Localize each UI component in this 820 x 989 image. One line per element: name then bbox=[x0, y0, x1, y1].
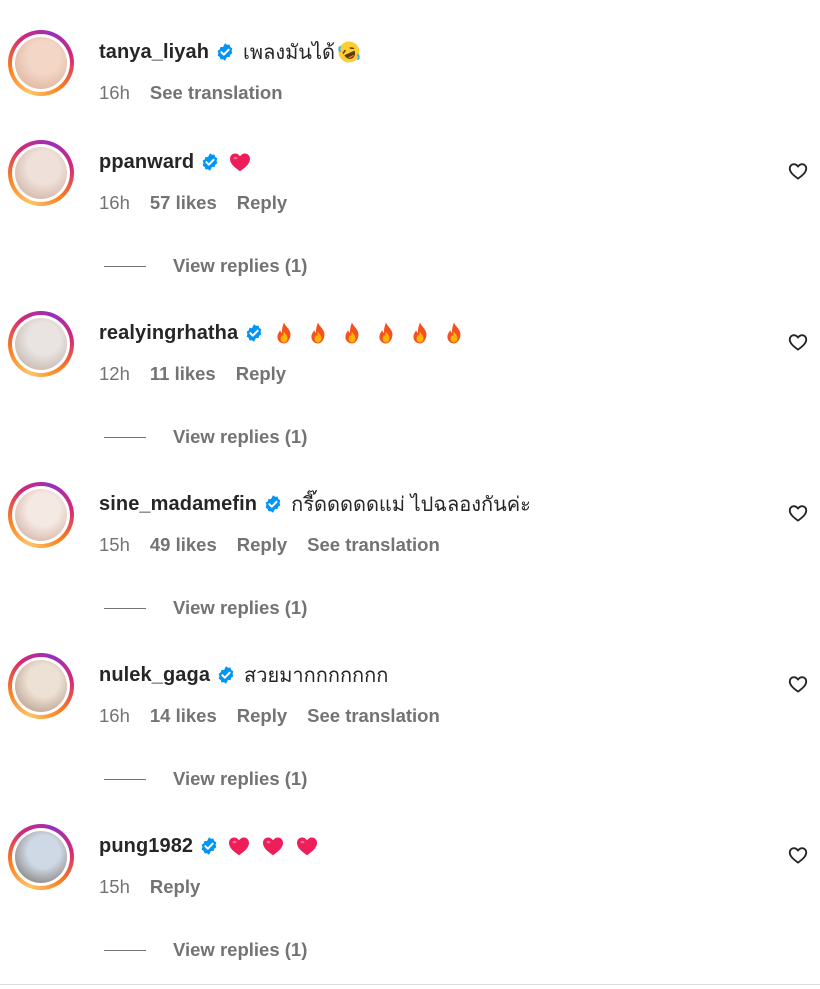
comment-emojis bbox=[272, 321, 466, 345]
likes-count[interactable]: 14 likes bbox=[150, 705, 217, 727]
avatar[interactable] bbox=[8, 30, 74, 96]
username-link[interactable]: nulek_gaga bbox=[99, 664, 210, 687]
see-translation-button[interactable]: See translation bbox=[307, 705, 440, 727]
like-heart-icon[interactable] bbox=[787, 331, 811, 355]
like-heart-icon[interactable] bbox=[787, 844, 811, 868]
comment-body: nulek_gaga สวยมากกกกกกก bbox=[99, 661, 388, 689]
username-link[interactable]: tanya_liyah bbox=[99, 41, 209, 64]
reply-button[interactable]: Reply bbox=[237, 534, 287, 556]
avatar[interactable] bbox=[8, 824, 74, 890]
comment-meta: 15h Reply bbox=[99, 875, 220, 899]
comment-text: สวยมากกกกกกก bbox=[244, 665, 389, 687]
fire-emoji-icon bbox=[374, 321, 398, 345]
heart-emoji-icon bbox=[295, 834, 319, 858]
verified-badge-icon bbox=[199, 836, 219, 856]
likes-count[interactable]: 57 likes bbox=[150, 192, 217, 214]
comment-body: pung1982 bbox=[99, 832, 319, 860]
avatar[interactable] bbox=[8, 482, 74, 548]
verified-badge-icon bbox=[244, 323, 264, 343]
replies-dash bbox=[104, 607, 146, 609]
comment-body: sine_madamefin กรี๊ดดดดดแม่ ไปฉลองกันค่ะ bbox=[99, 490, 531, 518]
heart-emoji-icon bbox=[261, 834, 285, 858]
avatar-photo bbox=[15, 37, 67, 89]
heart-emoji-icon bbox=[227, 834, 251, 858]
view-replies-label: View replies (1) bbox=[173, 255, 308, 276]
reply-button[interactable]: Reply bbox=[237, 192, 287, 214]
comment-emojis bbox=[337, 40, 361, 64]
see-translation-button[interactable]: See translation bbox=[150, 82, 283, 104]
timestamp[interactable]: 16h bbox=[99, 192, 130, 214]
view-replies-label: View replies (1) bbox=[173, 597, 308, 618]
timestamp[interactable]: 12h bbox=[99, 363, 130, 385]
avatar[interactable] bbox=[8, 140, 74, 206]
avatar-photo bbox=[15, 660, 67, 712]
see-translation-button[interactable]: See translation bbox=[307, 534, 440, 556]
reply-button[interactable]: Reply bbox=[236, 363, 286, 385]
username-link[interactable]: realyingrhatha bbox=[99, 322, 238, 345]
comment-emojis bbox=[227, 834, 319, 858]
reply-button[interactable]: Reply bbox=[150, 876, 200, 898]
comment-emojis bbox=[228, 150, 252, 174]
view-replies-label: View replies (1) bbox=[173, 426, 308, 447]
like-heart-icon[interactable] bbox=[787, 502, 811, 526]
verified-badge-icon bbox=[216, 665, 236, 685]
comment-meta: 16h 14 likes Reply See translation bbox=[99, 704, 460, 728]
likes-count[interactable]: 49 likes bbox=[150, 534, 217, 556]
username-link[interactable]: ppanward bbox=[99, 151, 194, 174]
replies-dash bbox=[104, 265, 146, 267]
view-replies-button[interactable]: View replies (1) bbox=[104, 254, 307, 278]
timestamp[interactable]: 15h bbox=[99, 876, 130, 898]
fire-emoji-icon bbox=[340, 321, 364, 345]
timestamp[interactable]: 16h bbox=[99, 82, 130, 104]
comment-meta: 16h See translation bbox=[99, 81, 303, 105]
avatar-photo bbox=[15, 831, 67, 883]
avatar[interactable] bbox=[8, 311, 74, 377]
username-link[interactable]: sine_madamefin bbox=[99, 493, 257, 516]
divider bbox=[0, 984, 820, 985]
view-replies-label: View replies (1) bbox=[173, 768, 308, 789]
replies-dash bbox=[104, 778, 146, 780]
fire-emoji-icon bbox=[272, 321, 296, 345]
timestamp[interactable]: 15h bbox=[99, 534, 130, 556]
like-heart-icon[interactable] bbox=[787, 673, 811, 697]
comment-text: กรี๊ดดดดดแม่ ไปฉลองกันค่ะ bbox=[291, 494, 531, 516]
comment-body: tanya_liyah เพลงมันได้ bbox=[99, 38, 361, 66]
view-replies-button[interactable]: View replies (1) bbox=[104, 938, 307, 962]
timestamp[interactable]: 16h bbox=[99, 705, 130, 727]
fire-emoji-icon bbox=[442, 321, 466, 345]
replies-dash bbox=[104, 436, 146, 438]
comment-body: realyingrhatha bbox=[99, 319, 466, 347]
fire-emoji-icon bbox=[408, 321, 432, 345]
replies-dash bbox=[104, 949, 146, 951]
view-replies-button[interactable]: View replies (1) bbox=[104, 596, 307, 620]
comment-meta: 15h 49 likes Reply See translation bbox=[99, 533, 460, 557]
likes-count[interactable]: 11 likes bbox=[150, 363, 216, 385]
view-replies-button[interactable]: View replies (1) bbox=[104, 767, 307, 791]
fire-emoji-icon bbox=[306, 321, 330, 345]
comment-meta: 16h 57 likes Reply bbox=[99, 191, 307, 215]
username-link[interactable]: pung1982 bbox=[99, 835, 193, 858]
avatar-photo bbox=[15, 147, 67, 199]
avatar-photo bbox=[15, 318, 67, 370]
view-replies-button[interactable]: View replies (1) bbox=[104, 425, 307, 449]
rofl-emoji-icon bbox=[337, 40, 361, 64]
like-heart-icon[interactable] bbox=[787, 160, 811, 184]
heart-emoji-icon bbox=[228, 150, 252, 174]
comment-text: เพลงมันได้ bbox=[243, 42, 335, 64]
verified-badge-icon bbox=[215, 42, 235, 62]
verified-badge-icon bbox=[200, 152, 220, 172]
avatar[interactable] bbox=[8, 653, 74, 719]
reply-button[interactable]: Reply bbox=[237, 705, 287, 727]
comment-meta: 12h 11 likes Reply bbox=[99, 362, 306, 386]
view-replies-label: View replies (1) bbox=[173, 939, 308, 960]
verified-badge-icon bbox=[263, 494, 283, 514]
comment-body: ppanward bbox=[99, 148, 252, 176]
avatar-photo bbox=[15, 489, 67, 541]
